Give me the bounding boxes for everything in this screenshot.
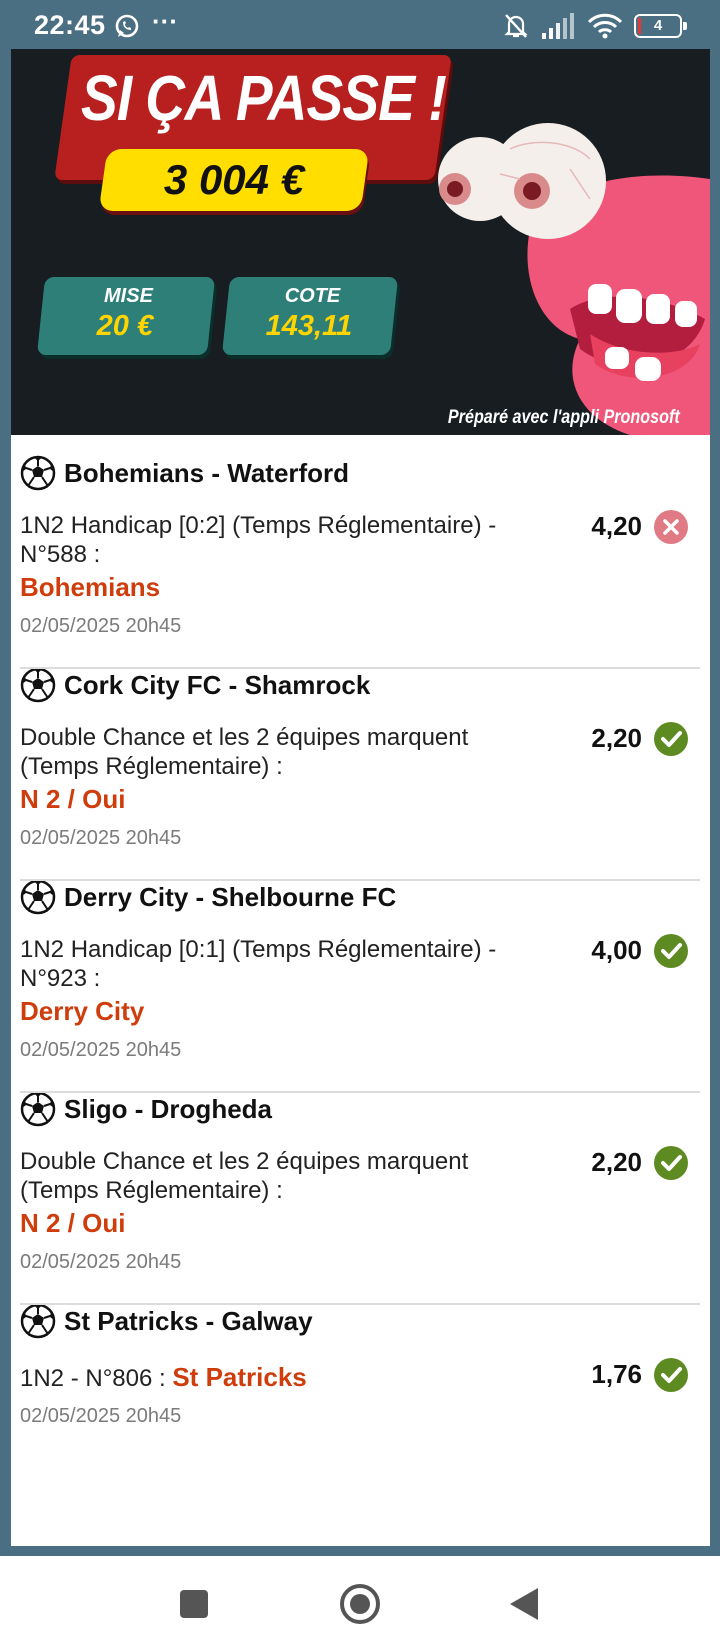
muted-bell-icon (504, 14, 528, 38)
won-status-badge (654, 1358, 688, 1392)
bet-details: 1N2 - N°806 : St Patricks 1,76 (20, 1358, 700, 1395)
recent-apps-button[interactable] (166, 1576, 222, 1632)
market-line: 1N2 - N°806 : St Patricks (20, 1359, 530, 1395)
bet-odds: 2,20 (591, 723, 642, 753)
bet-odds: 4,20 (591, 511, 642, 541)
bet-header: Bohemians - Waterford (20, 455, 700, 491)
match-date: 02/05/2025 20h45 (20, 1039, 182, 1061)
match-name: St Patricks - Galway (64, 1305, 313, 1336)
bet-pick: Derry City (20, 996, 145, 1026)
won-status-badge (654, 722, 688, 756)
bet-details: 1N2 Handicap [0:1] (Temps Réglementaire)… (20, 934, 700, 1029)
bet-header: St Patricks - Galway (20, 1303, 700, 1339)
bet-header: Derry City - Shelbourne FC (20, 879, 700, 915)
status-time: 22:45 (34, 10, 106, 40)
won-status-badge (654, 1146, 688, 1180)
match-date: 02/05/2025 20h45 (20, 1251, 182, 1273)
battery-level: 4 (653, 17, 663, 34)
headline: SI ÇA PASSE ! (81, 62, 447, 134)
soccer-ball-icon (20, 667, 56, 703)
total-odds-value: 143,11 (265, 310, 353, 342)
navigation-bar (0, 1556, 720, 1650)
total-odds-box: COTE 143,11 (221, 277, 399, 355)
market-name: 1N2 Handicap [0:1] (Temps Réglementaire)… (20, 936, 497, 992)
credit-text: Préparé avec l'appli Pronosoft (448, 407, 680, 428)
battery-icon: 4 (634, 14, 687, 38)
match-date: 02/05/2025 20h45 (20, 1405, 182, 1427)
market-name: 1N2 Handicap [0:2] (Temps Réglementaire)… (20, 512, 497, 568)
market-name: Double Chance et les 2 équipes marquent … (20, 1148, 469, 1204)
square-icon (180, 1590, 208, 1618)
lost-status-badge (654, 510, 688, 544)
status-bar: 22:45 ··· 4 (0, 0, 720, 50)
bet-odds: 1,76 (591, 1359, 642, 1389)
signal-icon (542, 13, 574, 39)
wifi-icon (588, 13, 622, 39)
bet-row[interactable]: Cork City FC - Shamrock Double Chance et … (11, 667, 710, 859)
bet-row[interactable]: Sligo - Drogheda Double Chance et les 2 é… (11, 1091, 710, 1283)
match-name: Bohemians - Waterford (64, 457, 350, 488)
total-odds-label: COTE (284, 285, 341, 307)
triangle-back-icon (510, 1588, 538, 1620)
more-notifications-icon: ··· (152, 6, 178, 36)
cross-icon (663, 519, 679, 535)
soccer-ball-icon (20, 455, 56, 491)
bet-row[interactable]: Derry City - Shelbourne FC 1N2 Handicap [… (11, 879, 710, 1071)
check-icon (661, 731, 682, 747)
bet-header: Cork City FC - Shamrock (20, 667, 700, 703)
market-name: 1N2 - N°806 : (20, 1365, 166, 1392)
potential-gain-badge: 3 004 € (98, 149, 370, 211)
back-button[interactable] (496, 1576, 552, 1632)
bet-pick: Bohemians (20, 572, 161, 602)
bet-details: 1N2 Handicap [0:2] (Temps Réglementaire)… (20, 510, 700, 605)
bet-details: Double Chance et les 2 équipes marquent … (20, 1146, 700, 1241)
bet-slip-card: SI ÇA PASSE ! 3 004 € MISE 20 € COTE 143… (11, 49, 710, 1546)
home-button[interactable] (332, 1576, 388, 1632)
soccer-ball-icon (20, 1303, 56, 1339)
bet-details: Double Chance et les 2 équipes marquent … (20, 722, 700, 817)
soccer-ball-icon (20, 1091, 56, 1127)
bet-odds: 4,00 (591, 935, 642, 965)
bet-row[interactable]: St Patricks - Galway 1N2 - N°806 : St Pat… (11, 1303, 710, 1437)
market-name: Double Chance et les 2 équipes marquent … (20, 724, 469, 780)
match-date: 02/05/2025 20h45 (20, 827, 182, 849)
check-icon (661, 1367, 682, 1383)
circle-icon (340, 1584, 380, 1624)
match-date: 02/05/2025 20h45 (20, 615, 182, 637)
bet-pick: St Patricks (172, 1362, 307, 1392)
match-name: Derry City - Shelbourne FC (64, 881, 397, 912)
stake-value: 20 € (96, 310, 154, 342)
monster-mascot-illustration (438, 123, 710, 435)
check-icon (661, 1155, 682, 1171)
bet-row[interactable]: Bohemians - Waterford 1N2 Handicap [0:2] … (11, 455, 710, 647)
match-name: Cork City FC - Shamrock (64, 669, 371, 700)
check-icon (661, 943, 682, 959)
bet-banner: SI ÇA PASSE ! 3 004 € MISE 20 € COTE 143… (11, 49, 710, 435)
bet-odds: 2,20 (591, 1147, 642, 1177)
stake-label: MISE (104, 285, 153, 307)
bet-pick: N 2 / Oui (20, 784, 126, 814)
match-name: Sligo - Drogheda (64, 1093, 272, 1124)
soccer-ball-icon (20, 879, 56, 915)
bet-pick: N 2 / Oui (20, 1208, 126, 1238)
won-status-badge (654, 934, 688, 968)
potential-gain: 3 004 € (163, 156, 305, 203)
bet-header: Sligo - Drogheda (20, 1091, 700, 1127)
whatsapp-icon (115, 14, 139, 38)
bet-list: Bohemians - Waterford 1N2 Handicap [0:2] … (11, 455, 710, 1437)
stake-box: MISE 20 € (36, 277, 216, 355)
